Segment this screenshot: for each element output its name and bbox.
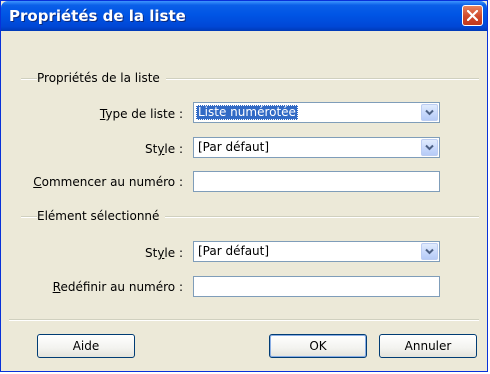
start-number-label: Commencer au numéro :	[33, 175, 183, 189]
close-button[interactable]	[462, 5, 483, 26]
dropdown-button[interactable]	[421, 139, 438, 156]
dropdown-button[interactable]	[421, 104, 438, 121]
cancel-button[interactable]: Annuler	[379, 334, 477, 358]
separator	[9, 319, 479, 321]
close-icon	[467, 10, 478, 21]
chevron-down-icon	[425, 109, 434, 116]
list-type-value: Liste numérotée	[196, 105, 298, 120]
ok-button[interactable]: OK	[269, 334, 367, 358]
item-style-value: [Par défaut]	[198, 244, 270, 258]
start-number-input[interactable]	[193, 171, 440, 192]
list-type-select[interactable]: Liste numérotée	[193, 102, 440, 123]
list-style-label: Style :	[144, 142, 183, 156]
title-bar[interactable]: Propriétés de la liste	[1, 1, 487, 31]
dropdown-button[interactable]	[421, 243, 438, 260]
reset-number-label: Redéfinir au numéro :	[52, 280, 183, 294]
window-title: Propriétés de la liste	[9, 7, 186, 25]
list-style-value: [Par défaut]	[198, 140, 270, 154]
group-label-item: Elément sélectionné	[37, 209, 166, 223]
dialog-window: Propriétés de la liste Propriétés de la …	[0, 0, 488, 372]
list-style-select[interactable]: [Par défaut]	[193, 137, 440, 158]
group-label-list: Propriétés de la liste	[37, 71, 166, 85]
item-style-label: Style :	[144, 246, 183, 260]
help-button[interactable]: Aide	[37, 334, 135, 358]
chevron-down-icon	[425, 248, 434, 255]
chevron-down-icon	[425, 144, 434, 151]
list-type-label: Type de liste :	[99, 107, 183, 121]
item-style-select[interactable]: [Par défaut]	[193, 241, 440, 262]
reset-number-input[interactable]	[193, 276, 440, 297]
